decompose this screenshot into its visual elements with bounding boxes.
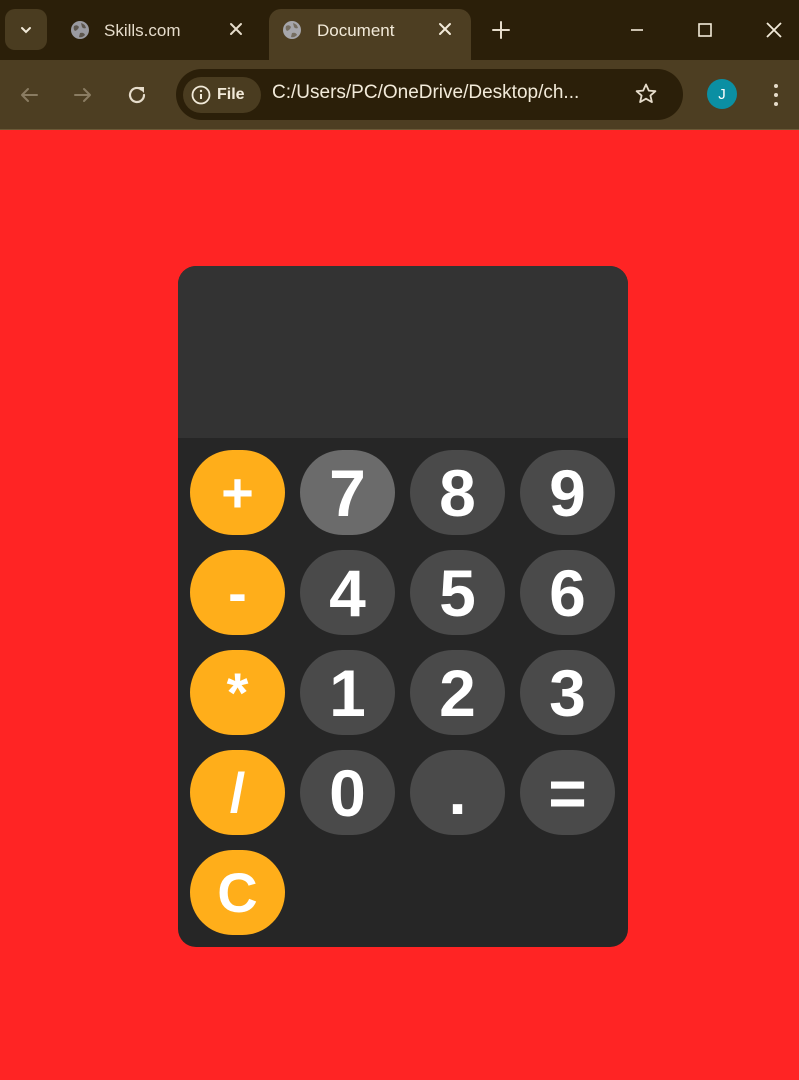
bookmark-star-icon[interactable]: [634, 82, 658, 106]
digit-3-button[interactable]: 3: [520, 650, 615, 735]
browser-menu-button[interactable]: [766, 82, 786, 108]
minimize-icon: [631, 29, 643, 31]
digit-7-button[interactable]: 7: [300, 450, 395, 535]
arrow-right-icon: [74, 88, 91, 102]
decimal-point-button[interactable]: .: [410, 750, 505, 835]
close-icon: [766, 22, 782, 38]
tab-title: Skills.com: [104, 21, 181, 40]
chevron-down-icon: [21, 26, 31, 33]
back-button[interactable]: [16, 82, 42, 108]
address-bar[interactable]: File C:/Users/PC/OneDrive/Desktop/ch...: [176, 69, 683, 120]
calculator-display: [178, 266, 628, 438]
digit-1-button[interactable]: 1: [300, 650, 395, 735]
profile-avatar[interactable]: J: [707, 79, 737, 109]
site-info-label: File: [217, 86, 245, 103]
close-window-button[interactable]: [761, 17, 787, 43]
minimize-button[interactable]: [624, 17, 650, 43]
tab-title: Document: [317, 21, 395, 40]
clear-button[interactable]: C: [190, 850, 285, 935]
digit-6-button[interactable]: 6: [520, 550, 615, 635]
browser-toolbar: File C:/Users/PC/OneDrive/Desktop/ch... …: [0, 60, 799, 130]
info-icon: [191, 85, 211, 105]
tab-document[interactable]: Document: [269, 9, 471, 60]
url-text: C:/Users/PC/OneDrive/Desktop/ch...: [272, 82, 580, 103]
tab-search-button[interactable]: [5, 9, 47, 50]
reload-button[interactable]: [124, 82, 150, 108]
digit-5-button[interactable]: 5: [410, 550, 505, 635]
menu-dot: [774, 102, 778, 106]
close-tab-icon[interactable]: [228, 21, 244, 37]
forward-button[interactable]: [70, 82, 96, 108]
digit-8-button[interactable]: 8: [410, 450, 505, 535]
globe-icon: [71, 21, 89, 39]
multiply-button[interactable]: *: [190, 650, 285, 735]
site-info-chip[interactable]: File: [183, 77, 261, 113]
globe-icon: [283, 21, 301, 39]
calculator: + - * / C 7 8 9 4 5 6 1 2 3 0 . =: [178, 266, 628, 947]
new-tab-icon[interactable]: [490, 19, 512, 41]
reload-icon: [128, 86, 146, 104]
tab-skills[interactable]: Skills.com: [56, 9, 262, 60]
digit-0-button[interactable]: 0: [300, 750, 395, 835]
add-button[interactable]: +: [190, 450, 285, 535]
arrow-left-icon: [21, 88, 38, 102]
menu-dot: [774, 84, 778, 88]
digit-9-button[interactable]: 9: [520, 450, 615, 535]
close-tab-icon[interactable]: [437, 21, 453, 37]
tab-strip: Skills.com Document: [0, 0, 799, 60]
digit-4-button[interactable]: 4: [300, 550, 395, 635]
menu-dot: [774, 93, 778, 97]
maximize-button[interactable]: [692, 17, 718, 43]
subtract-button[interactable]: -: [190, 550, 285, 635]
maximize-icon: [698, 23, 712, 37]
equals-button[interactable]: =: [520, 750, 615, 835]
divide-button[interactable]: /: [190, 750, 285, 835]
digit-2-button[interactable]: 2: [410, 650, 505, 735]
